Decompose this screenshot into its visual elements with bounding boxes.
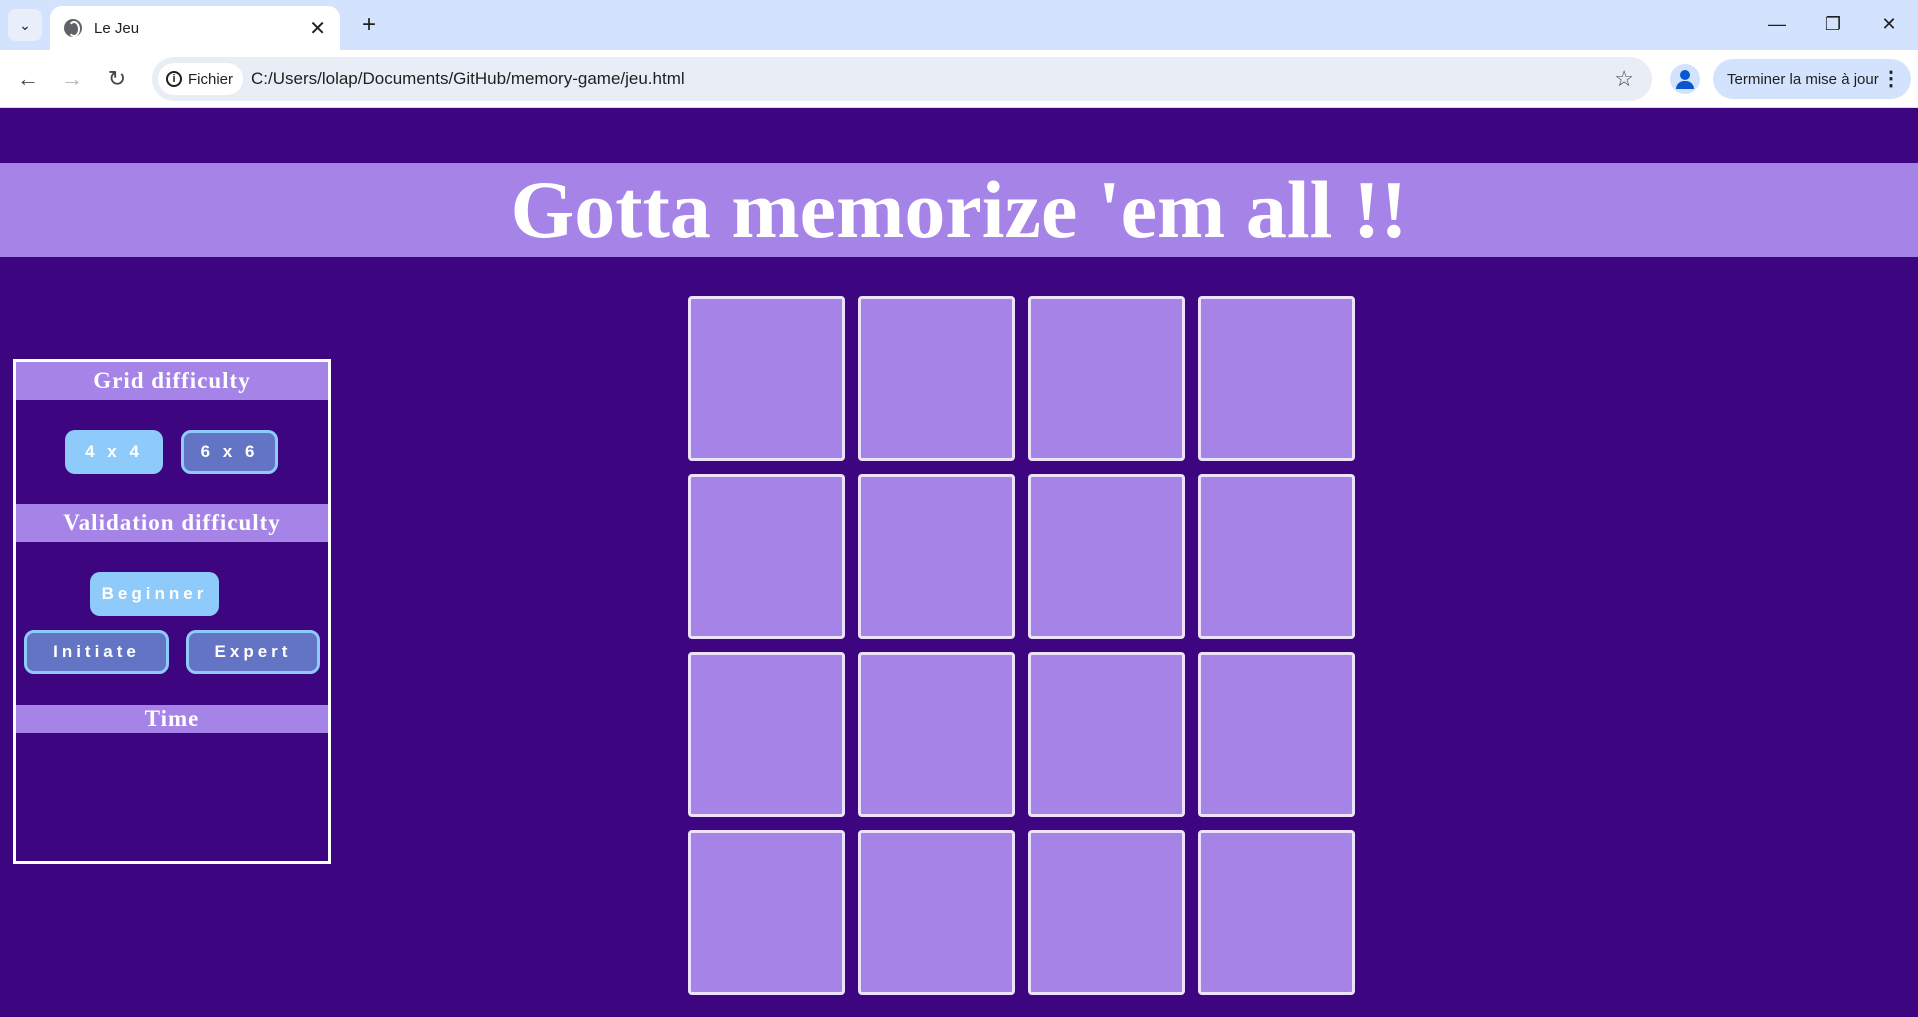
time-display	[16, 738, 328, 838]
memory-card[interactable]	[1198, 296, 1355, 461]
memory-card[interactable]	[858, 296, 1015, 461]
memory-card[interactable]	[1028, 474, 1185, 639]
page-title: Gotta memorize 'em all !!	[510, 164, 1408, 255]
update-button[interactable]: Terminer la mise à jour ⋮	[1713, 59, 1911, 99]
reload-icon[interactable]: ↻	[101, 63, 133, 95]
tab-close-icon[interactable]: ✕	[309, 16, 326, 41]
memory-card[interactable]	[858, 830, 1015, 995]
beginner-button[interactable]: Beginner	[90, 572, 219, 616]
globe-icon	[64, 19, 82, 37]
restore-icon[interactable]: ❐	[1808, 8, 1858, 40]
minimize-icon[interactable]: —	[1752, 8, 1802, 40]
memory-card[interactable]	[1028, 652, 1185, 817]
tab-search-chevron-icon[interactable]: ⌄	[8, 9, 42, 41]
back-arrow-icon[interactable]: ←	[12, 63, 44, 95]
memory-card[interactable]	[858, 474, 1015, 639]
settings-panel: Grid difficulty 4 x 4 6 x 6 Validation d…	[13, 359, 331, 864]
forward-arrow-icon[interactable]: →	[56, 63, 88, 95]
time-heading: Time	[16, 705, 328, 733]
browser-tab[interactable]: Le Jeu ✕	[50, 6, 340, 50]
url-text[interactable]: C:/Users/lolap/Documents/GitHub/memory-g…	[251, 57, 685, 101]
profile-avatar-icon[interactable]	[1670, 64, 1700, 94]
grid-4x4-button[interactable]: 4 x 4	[65, 430, 163, 474]
memory-card[interactable]	[1198, 474, 1355, 639]
browser-tab-bar: ⌄ Le Jeu ✕ + — ❐ ✕	[0, 0, 1918, 50]
address-bar[interactable]: i Fichier C:/Users/lolap/Documents/GitHu…	[152, 57, 1652, 101]
validation-difficulty-heading: Validation difficulty	[16, 504, 328, 542]
memory-card[interactable]	[1028, 296, 1185, 461]
tab-title: Le Jeu	[94, 19, 140, 37]
memory-card[interactable]	[1028, 830, 1185, 995]
browser-toolbar: ← → ↻ i Fichier C:/Users/lolap/Documents…	[0, 50, 1918, 108]
memory-card[interactable]	[1198, 652, 1355, 817]
memory-card[interactable]	[688, 652, 845, 817]
memory-card[interactable]	[688, 474, 845, 639]
memory-card[interactable]	[688, 296, 845, 461]
initiate-button[interactable]: Initiate	[24, 630, 169, 674]
site-info-label: Fichier	[188, 70, 234, 88]
expert-button[interactable]: Expert	[186, 630, 320, 674]
info-icon: i	[166, 71, 182, 87]
grid-difficulty-heading: Grid difficulty	[16, 362, 328, 400]
window-close-icon[interactable]: ✕	[1864, 8, 1914, 40]
memory-card[interactable]	[1198, 830, 1355, 995]
memory-card[interactable]	[858, 652, 1015, 817]
update-button-label: Terminer la mise à jour	[1727, 70, 1879, 88]
bookmark-star-icon[interactable]: ☆	[1614, 57, 1634, 101]
memory-card[interactable]	[688, 830, 845, 995]
title-banner: Gotta memorize 'em all !!	[0, 163, 1918, 257]
menu-dots-icon[interactable]: ⋮	[1881, 59, 1901, 99]
site-info-chip[interactable]: i Fichier	[158, 63, 244, 95]
grid-6x6-button[interactable]: 6 x 6	[181, 430, 278, 474]
new-tab-plus-icon[interactable]: +	[354, 10, 384, 40]
